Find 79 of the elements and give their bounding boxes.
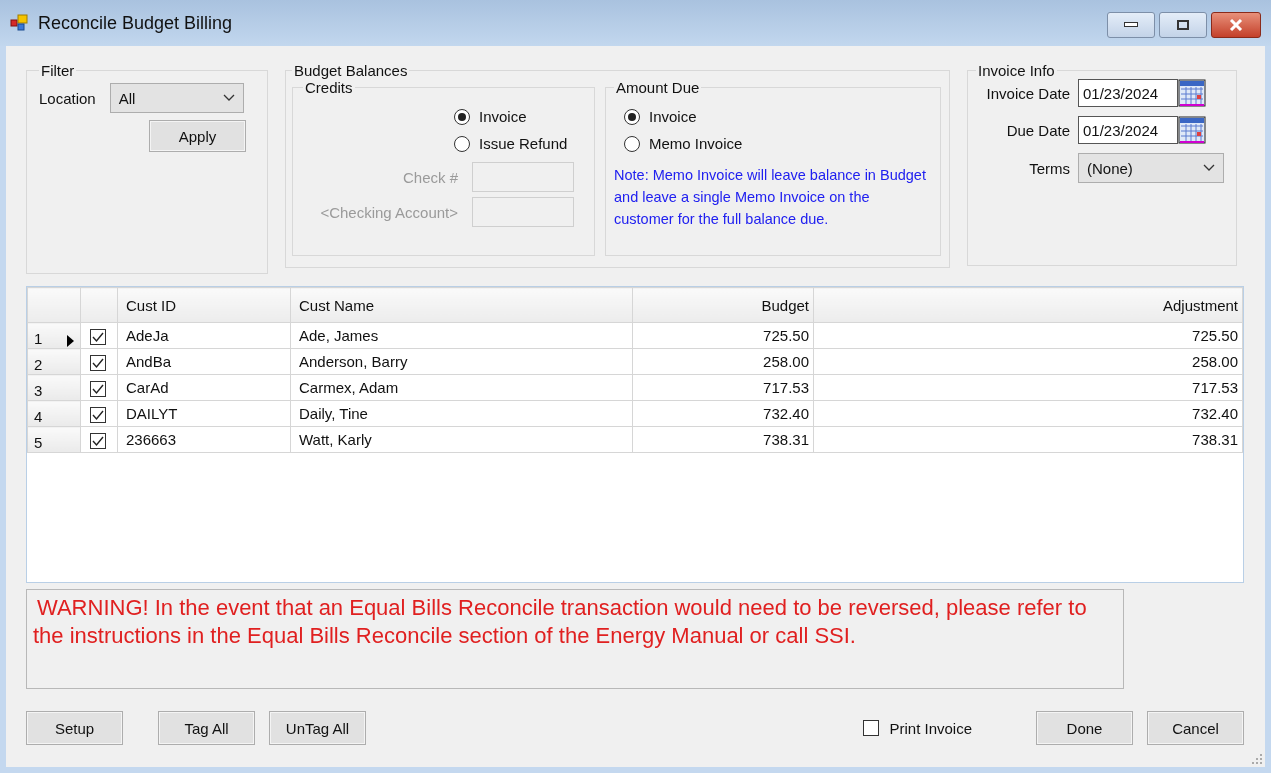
- row-header[interactable]: 1: [27, 322, 81, 349]
- tag-checkbox[interactable]: [90, 406, 106, 423]
- chevron-down-icon: [1203, 164, 1215, 172]
- calendar-icon[interactable]: [1178, 116, 1206, 144]
- table-cell: 732.40: [632, 400, 814, 427]
- tag-checkbox[interactable]: [90, 432, 106, 449]
- minimize-icon: [1124, 22, 1138, 28]
- action-button[interactable]: Tag All: [158, 711, 255, 745]
- table-cell: AdeJa: [117, 322, 291, 349]
- group-legend: Budget Balances: [292, 62, 410, 79]
- warning-text: WARNING! In the event that an Equal Bills Reconcile transaction would need to be reversed, please refer to the instructions in the Equal Bills Reconcile section of the Energy Manual or call SSI.: [33, 594, 1088, 650]
- radio-option[interactable]: Invoice: [454, 108, 588, 125]
- radio-option[interactable]: Invoice: [624, 108, 934, 125]
- field-label: Location: [39, 89, 96, 107]
- field-label: Invoice Date: [985, 84, 1070, 102]
- row-header[interactable]: 4: [27, 400, 81, 427]
- table-cell: CarAd: [117, 374, 291, 401]
- group-legend: Invoice Info: [976, 62, 1057, 79]
- invoice-date-field[interactable]: 01/23/2024: [1078, 79, 1178, 107]
- restore-icon: [1177, 20, 1189, 30]
- table-cell: 717.53: [813, 374, 1243, 401]
- resize-grip-icon[interactable]: [1252, 754, 1262, 764]
- terms-dropdown[interactable]: (None): [1078, 153, 1224, 183]
- close-button[interactable]: [1211, 12, 1261, 38]
- column-header[interactable]: Adjustment: [813, 287, 1243, 323]
- table-cell: 732.40: [813, 400, 1243, 427]
- group-legend: Credits: [303, 79, 355, 96]
- app-icon: [10, 13, 30, 33]
- window-title: Reconcile Budget Billing: [38, 12, 233, 34]
- radio-option[interactable]: Memo Invoice: [624, 135, 934, 152]
- table-cell: Daily, Tine: [290, 400, 633, 427]
- calendar-icon[interactable]: [1178, 79, 1206, 107]
- table-cell: AndBa: [117, 348, 291, 375]
- radio-option[interactable]: Issue Refund: [454, 135, 588, 152]
- table-cell: 738.31: [632, 426, 814, 453]
- table-cell: 725.50: [632, 322, 814, 349]
- table-cell: Ade, James: [290, 322, 633, 349]
- row-header[interactable]: 2: [27, 348, 81, 375]
- field-label: Check #: [402, 168, 458, 186]
- restore-button[interactable]: [1159, 12, 1207, 38]
- row-header[interactable]: 5: [27, 426, 81, 453]
- action-button[interactable]: Cancel: [1147, 711, 1244, 745]
- due-date-field[interactable]: 01/23/2024: [1078, 116, 1178, 144]
- chevron-down-icon: [222, 94, 235, 102]
- table-cell: DAILYT: [117, 400, 291, 427]
- tag-checkbox[interactable]: [90, 328, 106, 345]
- group-legend: Amount Due: [614, 79, 702, 96]
- tag-checkbox[interactable]: [90, 354, 106, 371]
- action-button[interactable]: Setup: [26, 711, 123, 745]
- table-cell: 717.53: [632, 374, 814, 401]
- checking-account-field[interactable]: [472, 197, 574, 227]
- table-cell: 236663: [117, 426, 291, 453]
- field-label: <Checking Account>: [320, 203, 458, 221]
- tag-checkbox[interactable]: [90, 380, 106, 397]
- current-row-arrow-icon: [66, 335, 74, 347]
- apply-button[interactable]: Apply: [149, 120, 246, 152]
- group-legend: Filter: [39, 62, 77, 79]
- action-button[interactable]: Done: [1036, 711, 1133, 745]
- header-cell: [27, 287, 81, 323]
- column-header[interactable]: Cust ID: [117, 287, 291, 323]
- minimize-button[interactable]: [1107, 12, 1155, 38]
- table-cell: Anderson, Barry: [290, 348, 633, 375]
- field-label: Terms: [1028, 159, 1070, 177]
- check-number-field[interactable]: [472, 162, 574, 192]
- action-button[interactable]: UnTag All: [269, 711, 366, 745]
- table-cell: 258.00: [632, 348, 814, 375]
- field-label: Due Date: [1005, 121, 1070, 139]
- column-header[interactable]: Cust Name: [290, 287, 633, 323]
- print-invoice-checkbox[interactable]: Print Invoice: [863, 719, 972, 737]
- table-cell: Watt, Karly: [290, 426, 633, 453]
- column-header[interactable]: Budget: [632, 287, 814, 323]
- table-cell: Carmex, Adam: [290, 374, 633, 401]
- row-header[interactable]: 3: [27, 374, 81, 401]
- close-icon: [1229, 19, 1243, 31]
- table-cell: 725.50: [813, 322, 1243, 349]
- location-dropdown[interactable]: All: [109, 83, 244, 113]
- note-text: Note: Memo Invoice will leave balance in Budget and leave a single Memo Invoice on the customer for the full balance due.: [614, 166, 927, 229]
- table-cell: 738.31: [813, 426, 1243, 453]
- table-cell: 258.00: [813, 348, 1243, 375]
